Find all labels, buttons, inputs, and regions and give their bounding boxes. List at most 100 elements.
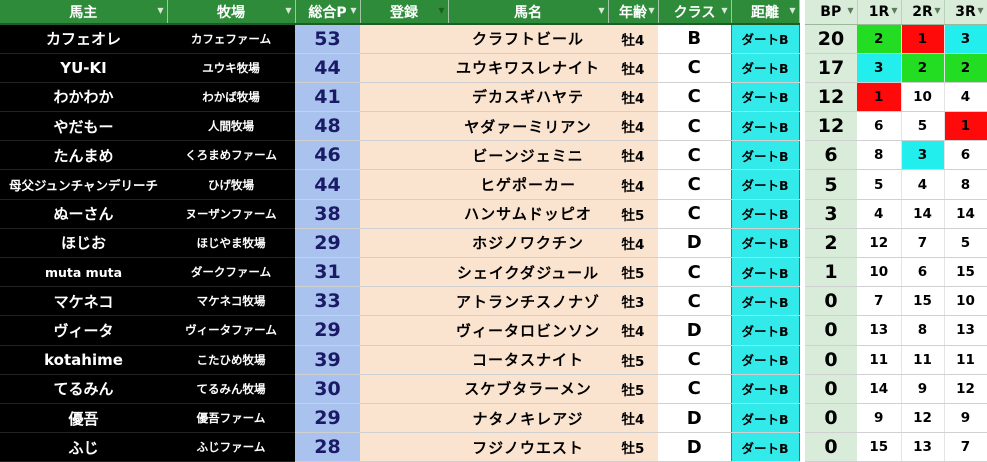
header-age[interactable]: 年齢 ▼ [608,0,659,25]
header-registration[interactable]: 登録 ▼ [360,0,449,25]
cell-registration[interactable] [360,228,448,259]
cell-bp[interactable]: 6 [805,140,857,171]
cell-race-3[interactable]: 10 [944,286,987,317]
filter-active-icon[interactable]: ▼ [438,6,444,15]
cell-registration[interactable] [360,374,448,404]
cell-total-points[interactable]: 41 [295,82,360,113]
cell-total-points[interactable]: 48 [295,111,360,142]
cell-bp[interactable]: 5 [805,169,857,200]
cell-age[interactable]: 牡4 [608,169,658,200]
cell-class[interactable]: B [658,24,731,54]
cell-race-1[interactable]: 13 [857,315,902,346]
cell-class[interactable]: D [658,228,731,259]
cell-distance[interactable]: ダートB [730,257,800,288]
cell-owner[interactable]: muta muta [0,257,167,288]
cell-class[interactable]: C [658,82,731,113]
cell-owner[interactable]: YU-KI [0,53,167,83]
cell-race-3[interactable]: 4 [944,82,987,113]
cell-registration[interactable] [360,257,448,288]
cell-farm[interactable]: カフェファーム [167,24,295,54]
cell-total-points[interactable]: 29 [295,403,360,434]
cell-registration[interactable] [360,140,448,171]
cell-race-3[interactable]: 12 [944,374,987,404]
header-farm[interactable]: 牧場 ▼ [167,0,296,25]
cell-race-3[interactable]: 15 [944,257,987,288]
cell-race-3[interactable]: 7 [944,432,987,462]
header-class[interactable]: クラス ▼ [658,0,732,25]
cell-farm[interactable]: ひげ牧場 [167,169,295,200]
cell-race-2[interactable]: 1 [901,24,945,54]
cell-bp[interactable]: 3 [805,199,857,229]
cell-registration[interactable] [360,111,448,142]
cell-race-1[interactable]: 5 [857,169,902,200]
cell-race-2[interactable]: 3 [901,140,945,171]
cell-total-points[interactable]: 28 [295,432,360,462]
cell-owner[interactable]: てるみん [0,374,167,404]
cell-distance[interactable]: ダートB [730,228,800,259]
cell-race-1[interactable]: 10 [857,257,902,288]
cell-horse-name[interactable]: ヒゲポーカー [448,169,608,200]
cell-bp[interactable]: 17 [805,53,857,83]
cell-total-points[interactable]: 46 [295,140,360,171]
cell-class[interactable]: C [658,257,731,288]
cell-race-3[interactable]: 9 [944,403,987,434]
cell-class[interactable]: D [658,315,731,346]
cell-race-2[interactable]: 2 [901,53,945,83]
cell-horse-name[interactable]: ナタノキレアジ [448,403,608,434]
cell-bp[interactable]: 0 [805,345,857,375]
cell-farm[interactable]: ダークファーム [167,257,295,288]
cell-horse-name[interactable]: ハンサムドッピオ [448,199,608,229]
cell-registration[interactable] [360,53,448,83]
cell-farm[interactable]: てるみん牧場 [167,374,295,404]
filter-dropdown-icon[interactable]: ▼ [847,6,853,15]
cell-horse-name[interactable]: アトランチスノナゾ [448,286,608,317]
cell-owner[interactable]: わかわか [0,82,167,113]
cell-age[interactable]: 牡3 [608,286,658,317]
cell-farm[interactable]: マケネコ牧場 [167,286,295,317]
cell-race-1[interactable]: 7 [857,286,902,317]
cell-bp[interactable]: 0 [805,286,857,317]
filter-dropdown-icon[interactable]: ▼ [977,6,983,15]
cell-total-points[interactable]: 53 [295,24,360,54]
cell-race-3[interactable]: 13 [944,315,987,346]
cell-distance[interactable]: ダートB [730,82,800,113]
cell-farm[interactable]: 優吾ファーム [167,403,295,434]
cell-race-1[interactable]: 6 [857,111,902,142]
cell-registration[interactable] [360,345,448,375]
filter-dropdown-icon[interactable]: ▼ [891,6,897,15]
header-race-1[interactable]: 1R ▼ [857,0,902,25]
cell-owner[interactable]: kotahime [0,345,167,375]
cell-age[interactable]: 牡5 [608,374,658,404]
cell-bp[interactable]: 1 [805,257,857,288]
cell-bp[interactable]: 2 [805,228,857,259]
cell-owner[interactable]: 優吾 [0,403,167,434]
cell-distance[interactable]: ダートB [730,199,800,229]
cell-owner[interactable]: ヴィータ [0,315,167,346]
cell-race-3[interactable]: 2 [944,53,987,83]
header-bp[interactable]: BP ▼ [805,0,858,25]
cell-farm[interactable]: ふじファーム [167,432,295,462]
cell-registration[interactable] [360,24,448,54]
filter-dropdown-icon[interactable]: ▼ [157,6,163,15]
cell-age[interactable]: 牡4 [608,82,658,113]
filter-dropdown-icon[interactable]: ▼ [285,6,291,15]
cell-owner[interactable]: やだもー [0,111,167,142]
cell-class[interactable]: C [658,140,731,171]
cell-distance[interactable]: ダートB [730,24,800,54]
cell-distance[interactable]: ダートB [730,286,800,317]
cell-race-2[interactable]: 13 [901,432,945,462]
cell-age[interactable]: 牡4 [608,315,658,346]
cell-farm[interactable]: わかば牧場 [167,82,295,113]
cell-owner[interactable]: マケネコ [0,286,167,317]
cell-race-2[interactable]: 14 [901,199,945,229]
cell-class[interactable]: C [658,53,731,83]
cell-farm[interactable]: 人間牧場 [167,111,295,142]
cell-class[interactable]: C [658,199,731,229]
cell-horse-name[interactable]: ユウキワスレナイト [448,53,608,83]
cell-class[interactable]: C [658,169,731,200]
header-race-2[interactable]: 2R ▼ [901,0,945,25]
cell-race-1[interactable]: 3 [857,53,902,83]
cell-horse-name[interactable]: ビーンジェミニ [448,140,608,171]
filter-dropdown-icon[interactable]: ▼ [598,6,604,15]
cell-distance[interactable]: ダートB [730,432,800,462]
